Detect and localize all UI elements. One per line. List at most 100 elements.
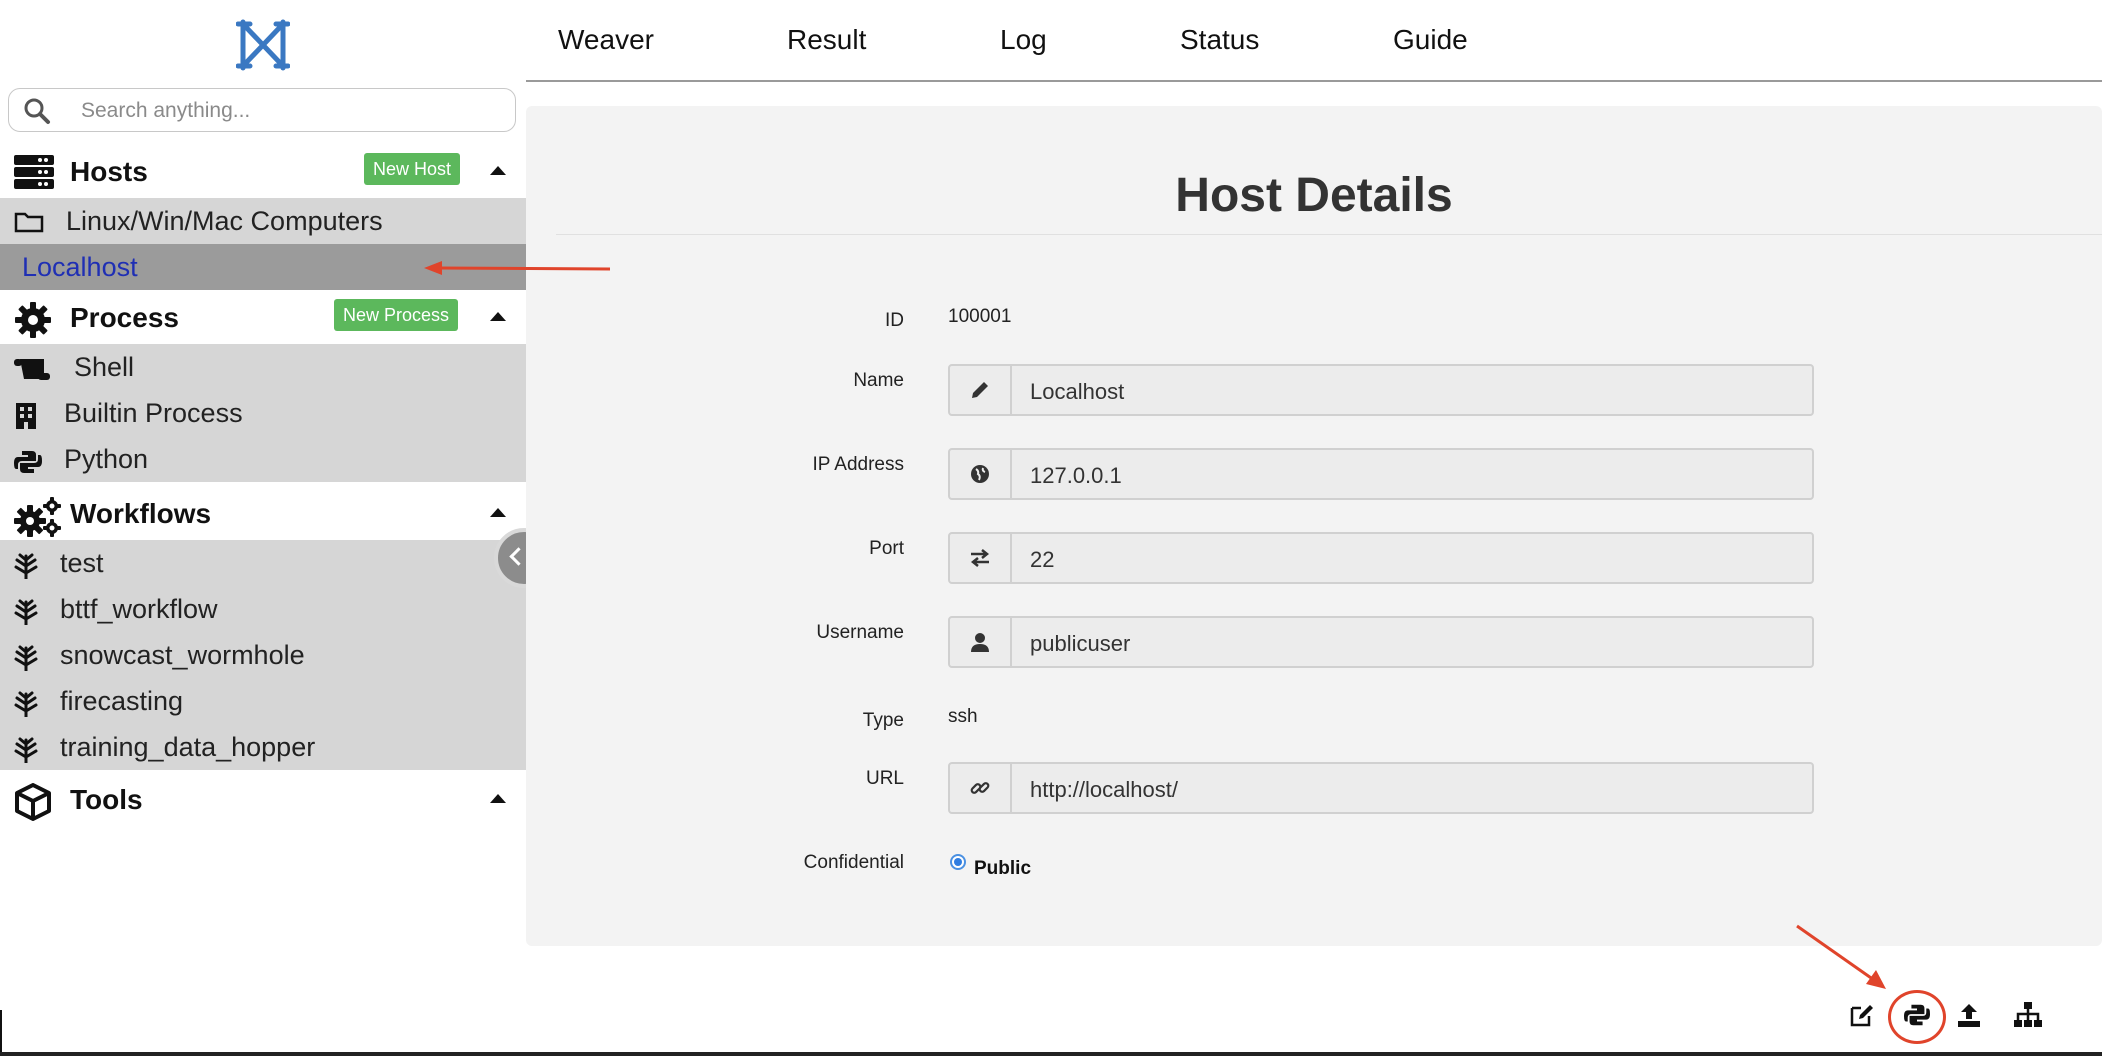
server-icon xyxy=(14,155,54,189)
ip-field-addon xyxy=(950,450,1012,498)
divider xyxy=(556,234,2102,235)
user-icon xyxy=(971,633,989,652)
caret-up-icon[interactable] xyxy=(490,166,506,175)
port-field[interactable] xyxy=(948,532,1814,584)
tools-title: Tools xyxy=(70,784,143,815)
port-label: Port xyxy=(869,538,904,559)
sidebar-item-training-data-hopper[interactable]: training_data_hopper xyxy=(0,724,526,770)
edit-icon[interactable] xyxy=(1849,1002,1875,1028)
page-title: Host Details xyxy=(1175,169,1453,222)
new-process-button[interactable]: New Process xyxy=(334,299,459,331)
hosts-section-header[interactable]: Hosts New Host xyxy=(0,146,526,196)
tab-status[interactable]: Status xyxy=(1180,24,1259,56)
gears-icon xyxy=(14,497,61,537)
sidebar-item-label: Localhost xyxy=(22,252,138,282)
globe-icon xyxy=(971,465,989,483)
public-radio[interactable] xyxy=(950,854,966,870)
leaf-icon xyxy=(14,553,38,579)
top-navigation: Weaver Result Log Status Guide xyxy=(526,0,2102,82)
annotation-arrowhead-python xyxy=(1866,970,1886,989)
sidebar-item-label: Python xyxy=(64,444,149,474)
scroll-icon xyxy=(14,359,50,380)
python-icon xyxy=(14,451,42,473)
leaf-icon xyxy=(14,645,38,671)
tab-weaver[interactable]: Weaver xyxy=(558,24,654,56)
sidebar-item-snowcast-wormhole[interactable]: snowcast_wormhole xyxy=(0,632,526,678)
leaf-icon xyxy=(14,737,38,763)
search-input[interactable] xyxy=(79,95,503,127)
confidential-label: Confidential xyxy=(803,852,904,873)
port-input[interactable] xyxy=(1028,546,1792,574)
sidebar-item-test[interactable]: test xyxy=(0,540,526,586)
ip-address-field[interactable] xyxy=(948,448,1814,500)
caret-up-icon[interactable] xyxy=(490,508,506,517)
leaf-icon xyxy=(14,599,38,625)
link-icon xyxy=(970,782,990,794)
search-icon xyxy=(24,98,50,124)
username-field[interactable] xyxy=(948,616,1814,668)
username-label: Username xyxy=(816,622,904,643)
sidebar-item-label: Linux/Win/Mac Computers xyxy=(66,206,383,236)
sidebar-item-label: Builtin Process xyxy=(64,398,243,428)
folder-icon xyxy=(14,212,44,233)
sidebar-item-label: test xyxy=(60,548,104,578)
gear-icon xyxy=(15,302,51,338)
process-title: Process xyxy=(70,302,179,333)
type-label: Type xyxy=(862,710,904,731)
sidebar-item-builtin-process[interactable]: Builtin Process xyxy=(0,390,526,436)
sidebar-item-bttf-workflow[interactable]: bttf_workflow xyxy=(0,586,526,632)
cube-icon xyxy=(15,783,51,821)
sidebar-item-firecasting[interactable]: firecasting xyxy=(0,678,526,724)
caret-up-icon[interactable] xyxy=(490,312,506,321)
tab-guide[interactable]: Guide xyxy=(1393,24,1468,56)
sidebar-item-linux-win-mac[interactable]: Linux/Win/Mac Computers xyxy=(0,198,526,244)
url-field[interactable] xyxy=(948,762,1814,814)
sidebar-item-label: snowcast_wormhole xyxy=(60,640,305,670)
tab-log[interactable]: Log xyxy=(1000,24,1047,56)
tools-section-header[interactable]: Tools xyxy=(0,774,526,824)
sidebar: Hosts New Host Linux/Win/Mac Computers L… xyxy=(0,0,526,1012)
new-host-button[interactable]: New Host xyxy=(364,153,461,185)
tab-result[interactable]: Result xyxy=(787,24,866,56)
ip-address-label: IP Address xyxy=(812,454,904,475)
sidebar-item-label: training_data_hopper xyxy=(60,732,316,762)
name-field[interactable] xyxy=(948,364,1814,416)
id-label: ID xyxy=(885,310,904,331)
building-icon xyxy=(16,403,36,429)
type-value: ssh xyxy=(948,706,978,727)
sidebar-item-shell[interactable]: Shell xyxy=(0,344,526,390)
window-bottom-edge xyxy=(0,1052,2102,1056)
name-field-addon xyxy=(950,366,1012,414)
leaf-icon xyxy=(14,691,38,717)
id-value: 100001 xyxy=(948,306,1012,327)
name-label: Name xyxy=(853,370,904,391)
sidebar-item-label: firecasting xyxy=(60,686,184,716)
url-label: URL xyxy=(865,768,904,789)
port-field-addon xyxy=(950,534,1012,582)
username-field-addon xyxy=(950,618,1012,666)
sidebar-item-label: Shell xyxy=(74,352,135,382)
upload-icon[interactable] xyxy=(1956,1002,1982,1028)
caret-up-icon[interactable] xyxy=(490,794,506,803)
public-radio-label: Public xyxy=(974,858,1032,879)
host-details-panel: Host Details ID 100001 Name IP Address P… xyxy=(526,106,2102,946)
hosts-title: Hosts xyxy=(70,156,148,187)
pencil-icon xyxy=(972,382,988,398)
username-input[interactable] xyxy=(1028,630,1792,658)
weaver-logo[interactable] xyxy=(236,18,290,72)
url-input[interactable] xyxy=(1028,776,1792,804)
ip-address-input[interactable] xyxy=(1028,462,1792,490)
name-input[interactable] xyxy=(1028,378,1792,406)
process-section-header[interactable]: Process New Process xyxy=(0,292,526,342)
sidebar-item-python[interactable]: Python xyxy=(0,436,526,482)
arrows-exchange-icon xyxy=(970,549,990,567)
url-field-addon xyxy=(950,764,1012,812)
sitemap-icon[interactable] xyxy=(2014,1002,2042,1028)
sidebar-item-label: bttf_workflow xyxy=(60,594,218,624)
search-box[interactable] xyxy=(8,88,516,132)
workflows-title: Workflows xyxy=(70,498,212,529)
highlight-circle xyxy=(1888,990,1946,1044)
workflows-section-header[interactable]: Workflows xyxy=(0,488,526,538)
sidebar-item-localhost[interactable]: Localhost xyxy=(0,244,526,290)
window-edge xyxy=(0,1010,2,1056)
